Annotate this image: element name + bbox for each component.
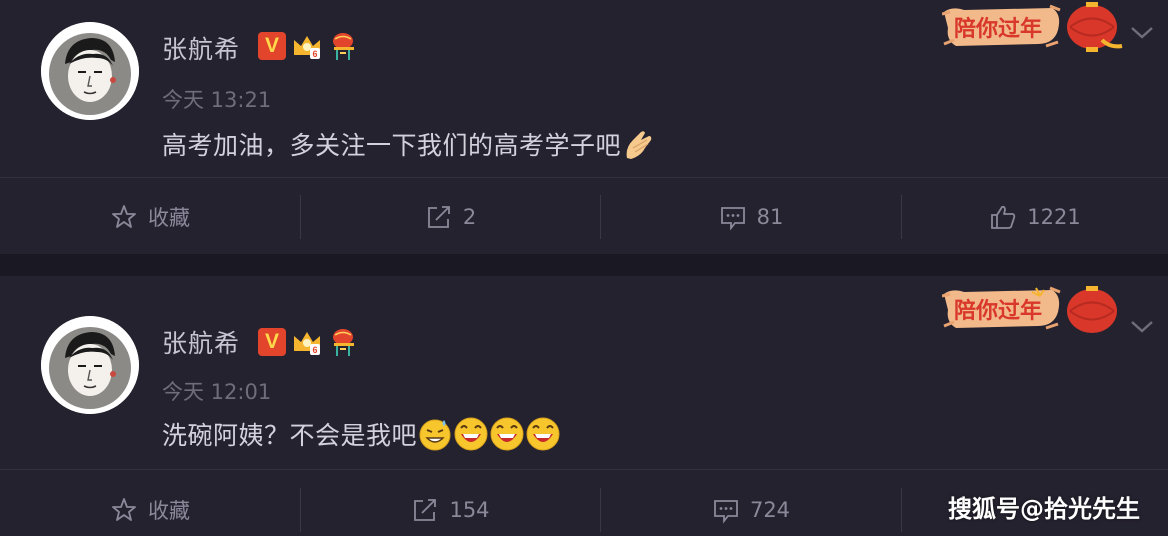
- divider: [0, 177, 1168, 178]
- favorite-button[interactable]: 收藏: [0, 195, 300, 239]
- share-button[interactable]: 2: [301, 195, 600, 239]
- like-count: 1221: [1027, 205, 1081, 229]
- chevron-down-icon[interactable]: [1128, 316, 1156, 336]
- star-icon: [112, 498, 136, 521]
- festival-banner-text: 陪你过年: [954, 298, 1042, 324]
- laugh-emoji-icon: [490, 417, 524, 451]
- watermark: 搜狐号@拾光先生: [948, 495, 1140, 523]
- festival-banner-icon[interactable]: 陪你过年: [942, 282, 1132, 336]
- share-button[interactable]: 154: [301, 488, 600, 532]
- comment-icon: [714, 500, 738, 524]
- comment-button[interactable]: 81: [601, 195, 901, 239]
- post-content: 洗碗阿姨？不会是我吧: [162, 416, 561, 452]
- share-count: 2: [462, 205, 477, 229]
- weibo-post: 张航希 V 6 今天 13:21 高考加油，多关注一下我们的高考学子吧 陪你过年…: [0, 0, 1168, 254]
- post-text: 洗碗阿姨？不会是我吧: [162, 421, 418, 450]
- favorite-button[interactable]: 收藏: [0, 488, 300, 532]
- comment-count: 81: [756, 205, 784, 229]
- festival-lantern-icon[interactable]: [328, 326, 360, 358]
- comment-icon: [720, 207, 745, 231]
- svg-text:6: 6: [312, 345, 317, 355]
- divider: [0, 469, 1168, 470]
- verified-v-icon[interactable]: V: [258, 328, 286, 356]
- share-icon: [414, 499, 437, 521]
- avatar-illustration-icon: [41, 316, 139, 414]
- share-icon: [427, 206, 450, 228]
- badge-group: V 6: [258, 30, 360, 62]
- like-button[interactable]: 1221: [902, 195, 1168, 239]
- pray-hands-emoji-icon: [626, 131, 652, 159]
- post-timestamp[interactable]: 今天 12:01: [162, 376, 271, 406]
- chevron-down-icon[interactable]: [1128, 22, 1156, 42]
- festival-banner-text: 陪你过年: [954, 16, 1042, 42]
- post-content: 高考加油，多关注一下我们的高考学子吧: [162, 126, 657, 162]
- favorite-label: 收藏: [148, 206, 190, 230]
- festival-banner-icon[interactable]: 陪你过年: [942, 0, 1132, 54]
- post-timestamp[interactable]: 今天 13:21: [162, 84, 271, 114]
- sweat-grin-emoji-icon: [419, 419, 451, 451]
- action-separator: [901, 488, 902, 532]
- comment-count: 724: [749, 498, 791, 522]
- avatar[interactable]: [41, 22, 139, 120]
- avatar[interactable]: [41, 316, 139, 414]
- comment-button[interactable]: 724: [601, 488, 901, 532]
- member-crown-icon[interactable]: 6: [291, 31, 323, 61]
- member-crown-icon[interactable]: 6: [291, 327, 323, 357]
- favorite-label: 收藏: [148, 499, 190, 523]
- username[interactable]: 张航希: [162, 30, 240, 66]
- badge-group: V 6: [258, 326, 360, 358]
- avatar-illustration-icon: [41, 22, 139, 120]
- share-count: 154: [449, 498, 490, 522]
- username[interactable]: 张航希: [162, 324, 240, 360]
- verified-v-icon[interactable]: V: [258, 32, 286, 60]
- thumbs-up-icon: [991, 205, 1016, 229]
- festival-lantern-icon[interactable]: [328, 30, 360, 62]
- svg-text:6: 6: [312, 49, 317, 59]
- laugh-emoji-icon: [454, 417, 488, 451]
- laugh-emoji-icon: [526, 417, 560, 451]
- post-text: 高考加油，多关注一下我们的高考学子吧: [162, 131, 622, 160]
- star-icon: [112, 205, 136, 228]
- post-separator: [0, 254, 1168, 276]
- action-bar: 收藏 2 81 1221: [0, 195, 1168, 239]
